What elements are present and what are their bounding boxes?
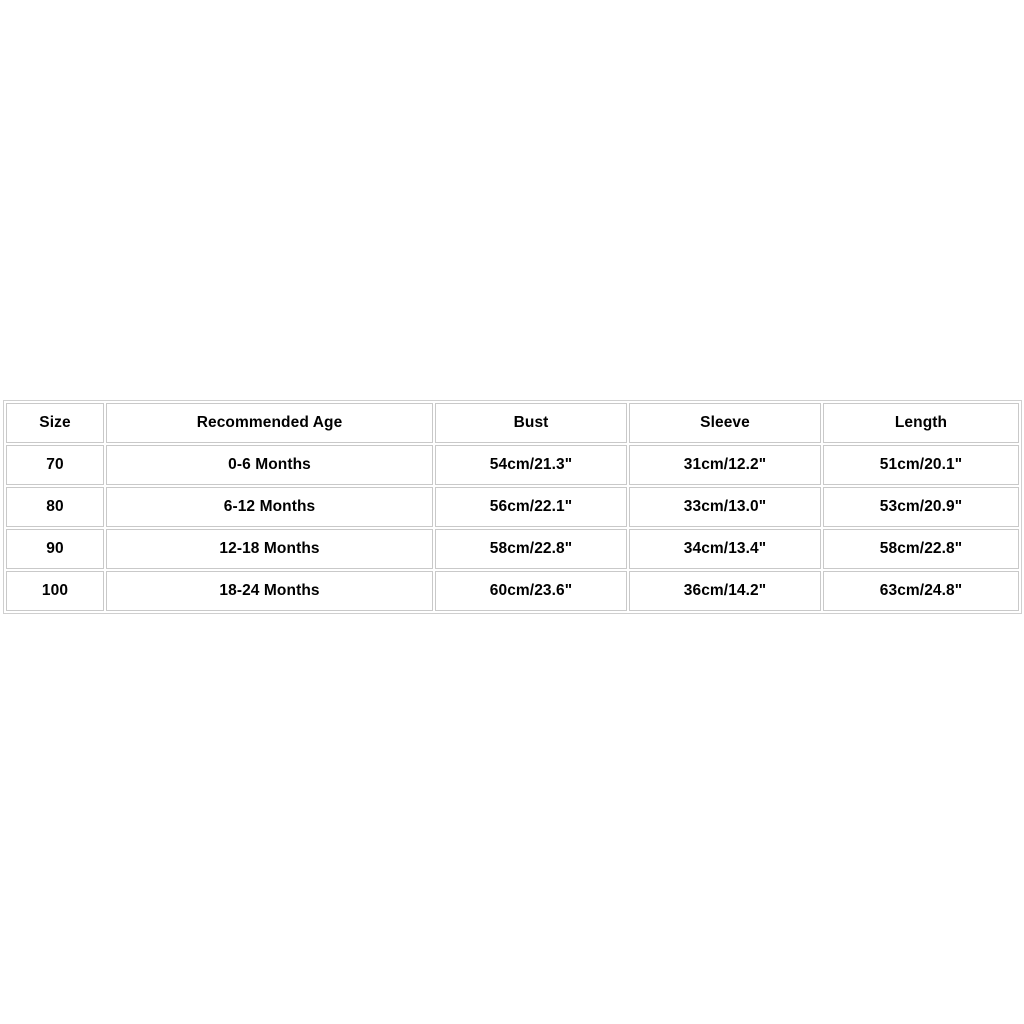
cell-sleeve: 36cm/14.2" <box>629 571 821 611</box>
cell-age: 18-24 Months <box>106 571 433 611</box>
size-chart-container: Size Recommended Age Bust Sleeve Length … <box>3 400 1022 614</box>
table-row: 100 18-24 Months 60cm/23.6" 36cm/14.2" 6… <box>6 571 1019 611</box>
cell-bust: 60cm/23.6" <box>435 571 627 611</box>
table-row: 70 0-6 Months 54cm/21.3" 31cm/12.2" 51cm… <box>6 445 1019 485</box>
cell-sleeve: 34cm/13.4" <box>629 529 821 569</box>
cell-bust: 56cm/22.1" <box>435 487 627 527</box>
cell-length: 53cm/20.9" <box>823 487 1019 527</box>
table-row: 90 12-18 Months 58cm/22.8" 34cm/13.4" 58… <box>6 529 1019 569</box>
cell-age: 0-6 Months <box>106 445 433 485</box>
cell-size: 100 <box>6 571 104 611</box>
column-header-size: Size <box>6 403 104 443</box>
cell-length: 51cm/20.1" <box>823 445 1019 485</box>
size-chart-table: Size Recommended Age Bust Sleeve Length … <box>3 400 1022 614</box>
column-header-sleeve: Sleeve <box>629 403 821 443</box>
cell-age: 6-12 Months <box>106 487 433 527</box>
cell-length: 58cm/22.8" <box>823 529 1019 569</box>
cell-length: 63cm/24.8" <box>823 571 1019 611</box>
column-header-length: Length <box>823 403 1019 443</box>
column-header-age: Recommended Age <box>106 403 433 443</box>
column-header-bust: Bust <box>435 403 627 443</box>
cell-age: 12-18 Months <box>106 529 433 569</box>
table-header-row: Size Recommended Age Bust Sleeve Length <box>6 403 1019 443</box>
cell-size: 80 <box>6 487 104 527</box>
cell-sleeve: 33cm/13.0" <box>629 487 821 527</box>
cell-size: 90 <box>6 529 104 569</box>
cell-bust: 54cm/21.3" <box>435 445 627 485</box>
cell-size: 70 <box>6 445 104 485</box>
cell-sleeve: 31cm/12.2" <box>629 445 821 485</box>
table-row: 80 6-12 Months 56cm/22.1" 33cm/13.0" 53c… <box>6 487 1019 527</box>
cell-bust: 58cm/22.8" <box>435 529 627 569</box>
page-canvas: Size Recommended Age Bust Sleeve Length … <box>0 0 1024 1024</box>
